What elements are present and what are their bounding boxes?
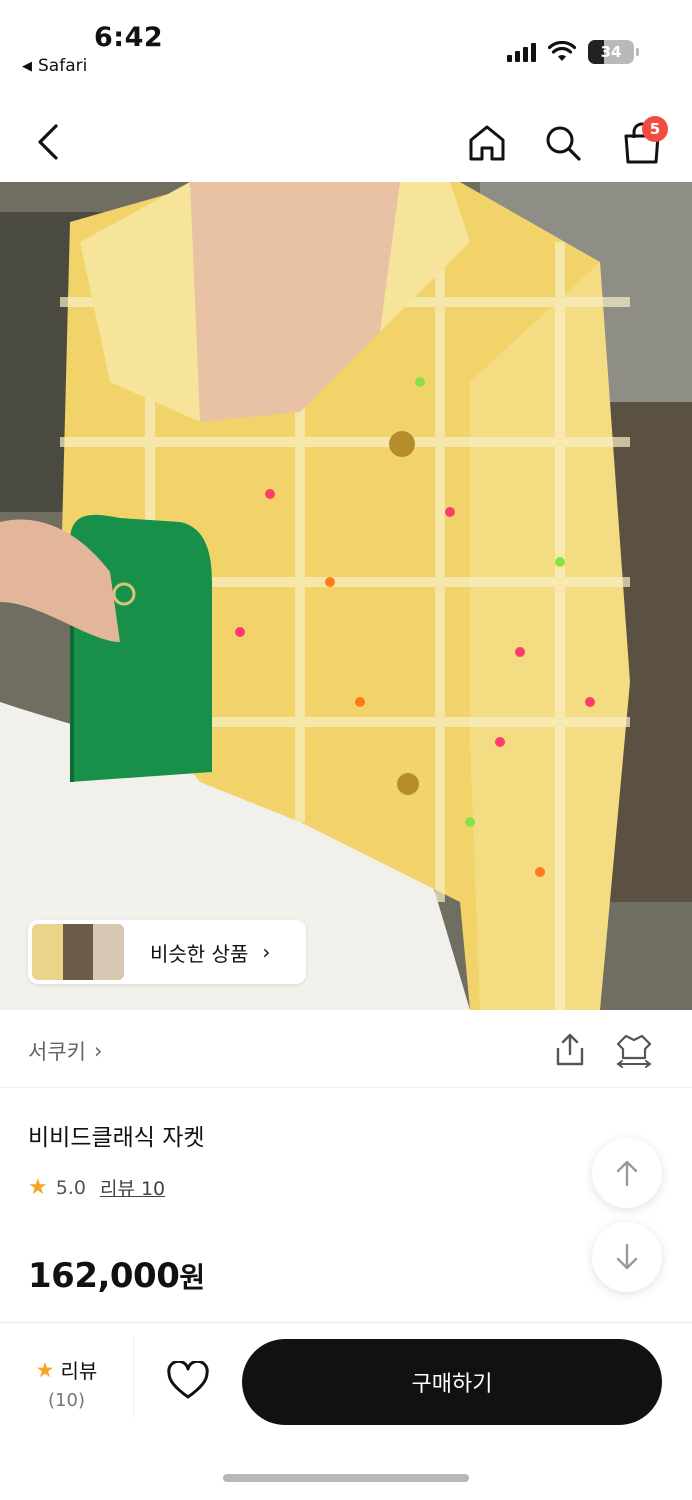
buy-button[interactable]: 구매하기: [242, 1339, 662, 1425]
back-app-label: Safari: [38, 56, 88, 76]
arrow-up-icon: [616, 1160, 638, 1187]
similar-products-button[interactable]: 비슷한 상품 ›: [28, 920, 306, 984]
status-indicators: 34: [507, 40, 639, 64]
review-tab[interactable]: ★ 리뷰 (10): [0, 1337, 134, 1417]
brand-name: 서쿠키: [28, 1040, 86, 1064]
home-icon[interactable]: [466, 122, 508, 164]
home-indicator[interactable]: [223, 1474, 469, 1482]
back-arrow-icon[interactable]: [28, 120, 68, 164]
battery-level: 34: [600, 43, 622, 61]
similar-thumbnails: [32, 924, 124, 980]
review-tab-count: (10): [48, 1390, 85, 1411]
scroll-up-button[interactable]: [592, 1138, 662, 1208]
star-icon: ★: [35, 1357, 55, 1382]
status-bar: 6:42 ◀ Safari 34: [0, 0, 692, 90]
cellular-signal-icon: [507, 42, 536, 62]
chevron-right-icon: ›: [93, 1039, 103, 1063]
bottom-action-bar: ★ 리뷰 (10) 구매하기: [0, 1322, 692, 1432]
product-photo: [0, 182, 692, 1010]
similar-products-label: 비슷한 상품: [150, 941, 249, 966]
star-icon: ★: [28, 1175, 48, 1200]
chevron-right-icon: ›: [262, 940, 271, 964]
review-tab-label: 리뷰: [60, 1359, 98, 1383]
heart-icon[interactable]: [166, 1361, 210, 1401]
price-currency: 원: [179, 1261, 205, 1294]
search-icon[interactable]: [542, 122, 584, 164]
rating-value: 5.0: [55, 1176, 86, 1199]
brand-link[interactable]: 서쿠키 ›: [28, 1036, 102, 1066]
product-price: 162,000원: [28, 1256, 205, 1296]
review-link[interactable]: 리뷰 10: [100, 1174, 165, 1201]
scroll-down-button[interactable]: [592, 1222, 662, 1292]
back-to-safari[interactable]: ◀ Safari: [22, 56, 87, 76]
fitting-icon[interactable]: [614, 1032, 654, 1068]
battery-icon: 34: [588, 40, 639, 64]
rating-row: ★ 5.0 리뷰 10: [28, 1174, 165, 1201]
product-image[interactable]: [0, 182, 692, 1010]
share-icon[interactable]: [552, 1032, 588, 1068]
product-title: 비비드클래식 자켓: [28, 1125, 205, 1151]
top-nav: [0, 100, 692, 182]
back-triangle-icon: ◀: [22, 58, 32, 74]
status-time: 6:42: [94, 22, 164, 53]
wifi-icon: [548, 41, 576, 61]
price-value: 162,000: [28, 1256, 180, 1296]
cart-count-badge: 5: [642, 116, 668, 142]
brand-row: 서쿠키 ›: [0, 1012, 692, 1088]
arrow-down-icon: [616, 1243, 638, 1270]
